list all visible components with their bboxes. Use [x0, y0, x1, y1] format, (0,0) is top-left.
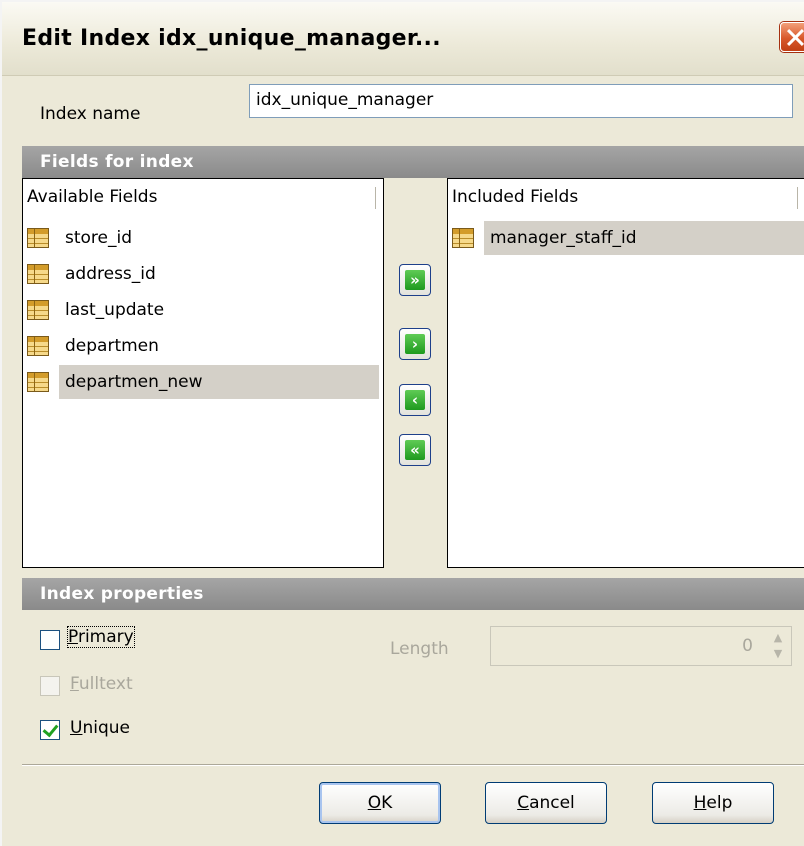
length-value: 0 [742, 636, 753, 656]
available-fields-list[interactable]: Available Fields store_id address_id last_… [22, 178, 384, 568]
available-field-item-label: last_update [65, 300, 165, 320]
index-properties-area: Primary Fulltext Unique Length 0 ▲ ▼ [22, 610, 804, 760]
fulltext-label-rest: ulltext [78, 674, 133, 694]
edit-index-dialog: Edit Index idx_unique_manager... Index n… [0, 0, 804, 846]
cancel-label-rest: ancel [529, 793, 575, 813]
included-field-item-label: manager_staff_id [484, 221, 804, 255]
double-right-arrow-icon: » [405, 270, 425, 290]
fields-area: Available Fields store_id address_id last_… [22, 178, 804, 570]
column-separator[interactable] [375, 187, 377, 209]
add-one-button[interactable]: › [399, 328, 431, 360]
add-all-button[interactable]: » [399, 264, 431, 296]
available-field-list-item[interactable]: departmen_new [23, 365, 383, 401]
fulltext-accel-key: F [70, 674, 79, 694]
fields-for-index-header: Fields for index [22, 146, 804, 178]
available-fields-header-label: Available Fields [27, 187, 158, 207]
close-icon[interactable] [780, 22, 804, 52]
column-separator[interactable] [797, 187, 799, 209]
length-spinner[interactable]: ▲ ▼ [767, 630, 789, 662]
table-field-icon [27, 264, 49, 284]
table-field-icon [27, 372, 49, 392]
unique-label-rest: nique [82, 718, 130, 738]
window-title: Edit Index idx_unique_manager... [22, 26, 441, 51]
available-field-item-label: store_id [65, 228, 133, 248]
available-field-list-item[interactable]: store_id [23, 221, 383, 257]
included-fields-header-label: Included Fields [452, 187, 579, 207]
help-accel-key: H [693, 793, 707, 813]
available-field-item-label: departmen_new [59, 365, 379, 399]
remove-all-button[interactable]: « [399, 434, 431, 466]
left-arrow-icon: ‹ [405, 390, 425, 410]
included-field-list-item[interactable]: manager_staff_id [448, 221, 804, 257]
spin-down-icon[interactable]: ▼ [767, 646, 789, 662]
primary-accel-key: P [68, 627, 78, 647]
fulltext-checkbox[interactable] [40, 676, 60, 696]
index-name-label: Index name [40, 104, 141, 124]
included-fields-header[interactable]: Included Fields [448, 179, 804, 213]
table-field-icon [27, 228, 49, 248]
ok-label-rest: K [381, 793, 393, 813]
index-name-input[interactable]: idx_unique_manager [249, 84, 793, 118]
cancel-button[interactable]: Cancel [485, 782, 607, 824]
unique-accel-key: U [70, 718, 83, 738]
primary-label-rest: rimary [77, 627, 134, 647]
help-button[interactable]: Help [652, 782, 774, 824]
available-field-list-item[interactable]: last_update [23, 293, 383, 329]
ok-accel-key: O [367, 793, 382, 813]
primary-label[interactable]: Primary [67, 626, 135, 648]
length-label: Length [390, 639, 449, 659]
available-field-list-item[interactable]: address_id [23, 257, 383, 293]
table-field-icon [27, 336, 49, 356]
remove-one-button[interactable]: ‹ [399, 384, 431, 416]
available-fields-header[interactable]: Available Fields [23, 179, 383, 213]
spin-up-icon[interactable]: ▲ [767, 630, 789, 646]
double-left-arrow-icon: « [405, 440, 425, 460]
length-spin-input[interactable]: 0 ▲ ▼ [490, 626, 792, 666]
primary-checkbox[interactable] [40, 630, 60, 650]
footer-separator [22, 764, 804, 766]
right-arrow-icon: › [405, 334, 425, 354]
title-bar[interactable]: Edit Index idx_unique_manager... [2, 2, 804, 76]
fulltext-label: Fulltext [70, 674, 133, 694]
table-field-icon [452, 228, 474, 248]
help-label-rest: elp [706, 793, 733, 813]
ok-button[interactable]: OK [319, 782, 441, 824]
table-field-icon [27, 300, 49, 320]
unique-checkbox[interactable] [40, 720, 60, 740]
available-field-item-label: departmen [65, 336, 159, 356]
available-field-item-label: address_id [65, 264, 156, 284]
index-properties-header: Index properties [22, 578, 804, 610]
unique-label[interactable]: Unique [70, 718, 130, 738]
included-fields-list[interactable]: Included Fields manager_staff_id [447, 178, 804, 568]
cancel-accel-key: C [517, 793, 530, 813]
available-field-list-item[interactable]: departmen [23, 329, 383, 365]
